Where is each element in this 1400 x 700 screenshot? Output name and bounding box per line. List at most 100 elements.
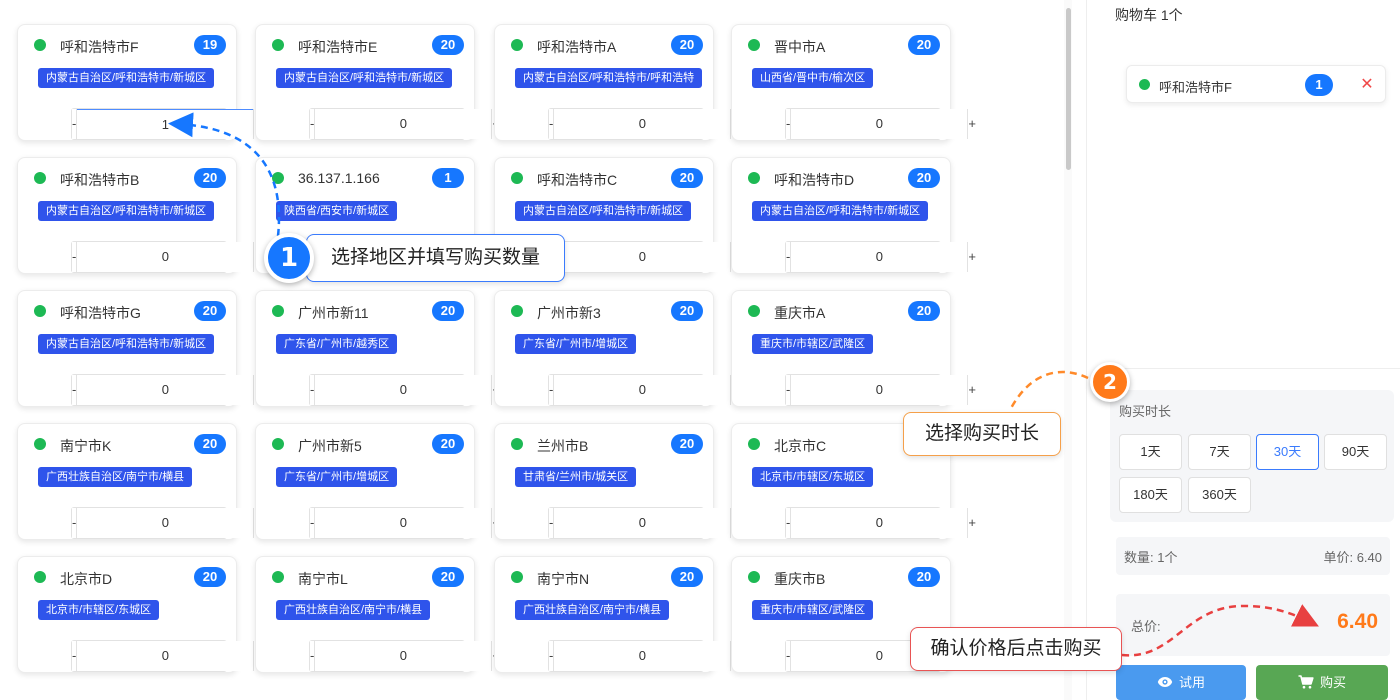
region-tag: 内蒙古自治区/呼和浩特市/呼和浩特 (515, 68, 703, 88)
quantity-summary: 数量: 1个 (1124, 550, 1178, 565)
quantity-input[interactable] (554, 375, 731, 405)
quantity-input[interactable] (315, 641, 492, 671)
quantity-stepper: -+ (71, 374, 262, 406)
stock-count-badge: 20 (908, 35, 940, 55)
quantity-input[interactable] (315, 508, 492, 538)
quantity-input[interactable] (77, 109, 254, 139)
quantity-stepper: -+ (785, 507, 976, 539)
product-name: 兰州市B (537, 438, 589, 454)
online-status-dot (748, 571, 760, 583)
step-3-callout: 确认价格后点击购买 (910, 627, 1122, 671)
region-tag: 陕西省/西安市/新城区 (276, 201, 398, 221)
region-tag: 广西壮族自治区/南宁市/横县 (515, 600, 670, 620)
product-name: 呼和浩特市B (60, 172, 140, 188)
product-card[interactable]: 重庆市A 20 重庆市/市辖区/武隆区 -+ (731, 290, 976, 407)
duration-option-7d[interactable]: 7天 (1188, 434, 1251, 470)
product-card[interactable]: 南宁市L 20广西壮族自治区/南宁市/横县 -+ (255, 556, 500, 673)
duration-option-1d[interactable]: 1天 (1119, 434, 1182, 470)
trial-button[interactable]: 试用 (1116, 665, 1246, 700)
region-tag: 重庆市/市辖区/武隆区 (752, 334, 874, 354)
duration-option-30d[interactable]: 30天 (1256, 434, 1319, 470)
product-card[interactable]: 呼和浩特市B 20 内蒙古自治区/呼和浩特市/新城区 -+ (17, 157, 262, 274)
product-card[interactable]: 南宁市K 20广西壮族自治区/南宁市/横县 -+ (17, 423, 262, 540)
quantity-stepper: -+ (309, 374, 500, 406)
quantity-input[interactable] (554, 242, 731, 272)
quantity-input[interactable] (315, 375, 492, 405)
online-status-dot (511, 39, 523, 51)
quantity-input[interactable] (554, 641, 731, 671)
product-card[interactable]: 广州市新11 20 广东省/广州市/越秀区 -+ (255, 290, 500, 407)
product-card[interactable]: 呼和浩特市D 20 内蒙古自治区/呼和浩特市/新城区 -+ (731, 157, 976, 274)
duration-option-360d[interactable]: 360天 (1188, 477, 1251, 513)
quantity-input[interactable] (791, 375, 968, 405)
quantity-input[interactable] (77, 242, 254, 272)
stock-count-badge: 20 (908, 301, 940, 321)
online-status-dot (34, 571, 46, 583)
product-name: 呼和浩特市A (537, 39, 617, 55)
stock-count-badge: 19 (194, 35, 226, 55)
quantity-input[interactable] (791, 242, 968, 272)
stock-count-badge: 1 (432, 168, 464, 188)
region-tag: 广西壮族自治区/南宁市/横县 (276, 600, 431, 620)
quantity-stepper: -+ (71, 108, 262, 140)
quantity-stepper: -+ (548, 241, 739, 273)
duration-option-180d[interactable]: 180天 (1119, 477, 1182, 513)
stock-count-badge: 20 (194, 434, 226, 454)
stock-count-badge: 20 (671, 567, 703, 587)
online-status-dot (511, 571, 523, 583)
product-card[interactable]: 北京市D 20 北京市/市辖区/东城区 -+ (17, 556, 262, 673)
product-card[interactable]: 兰州市B 20 甘肃省/兰州市/城关区 -+ (494, 423, 739, 540)
increment-button[interactable]: + (967, 508, 976, 538)
scrollbar-thumb[interactable] (1066, 8, 1071, 170)
region-tag: 重庆市/市辖区/武隆区 (752, 600, 874, 620)
increment-button[interactable]: + (967, 375, 976, 405)
quantity-stepper: -+ (71, 640, 262, 672)
quantity-input[interactable] (554, 109, 731, 139)
stock-count-badge: 20 (194, 567, 226, 587)
product-name: 呼和浩特市G (60, 305, 141, 321)
increment-button[interactable]: + (967, 109, 976, 139)
region-tag: 甘肃省/兰州市/城关区 (515, 467, 637, 487)
region-tag: 内蒙古自治区/呼和浩特市/新城区 (276, 68, 453, 88)
panel-divider (1099, 368, 1400, 369)
product-name: 呼和浩特市D (774, 172, 855, 188)
quantity-input[interactable] (791, 109, 968, 139)
buy-button[interactable]: 购买 (1256, 665, 1388, 700)
online-status-dot (34, 438, 46, 450)
region-tag: 广东省/广州市/增城区 (276, 467, 398, 487)
product-card[interactable]: 广州市新5 20 广东省/广州市/增城区 -+ (255, 423, 500, 540)
quantity-input[interactable] (77, 375, 254, 405)
product-card[interactable]: 呼和浩特市F 19 内蒙古自治区/呼和浩特市/新城区 -+ (17, 24, 262, 141)
product-name: 呼和浩特市E (298, 39, 378, 55)
region-tag: 广东省/广州市/增城区 (515, 334, 637, 354)
online-status-dot (34, 305, 46, 317)
quantity-input[interactable] (77, 508, 254, 538)
quantity-stepper: -+ (785, 241, 976, 273)
product-name: 北京市C (774, 438, 827, 454)
stock-count-badge: 20 (671, 301, 703, 321)
quantity-input[interactable] (554, 508, 731, 538)
total-price: 6.40 (1337, 610, 1378, 633)
duration-option-90d[interactable]: 90天 (1324, 434, 1387, 470)
quantity-input[interactable] (315, 109, 492, 139)
product-card[interactable]: 晋中市A 20 山西省/晋中市/榆次区 -+ (731, 24, 976, 141)
online-status-dot (511, 172, 523, 184)
eye-icon (1157, 677, 1173, 688)
region-tag: 内蒙古自治区/呼和浩特市/新城区 (38, 334, 215, 354)
product-card[interactable]: 广州市新3 20 广东省/广州市/增城区 -+ (494, 290, 739, 407)
product-name: 呼和浩特市F (60, 39, 139, 55)
quantity-input[interactable] (791, 508, 968, 538)
product-card[interactable]: 呼和浩特市A 20 内蒙古自治区/呼和浩特市/呼和浩特 -+ (494, 24, 739, 141)
online-status-dot (272, 305, 284, 317)
cart-item-name: 呼和浩特市F (1159, 80, 1232, 95)
quantity-input[interactable] (77, 641, 254, 671)
close-icon[interactable]: ✕ (1359, 74, 1375, 96)
quantity-stepper: -+ (548, 640, 739, 672)
product-card[interactable]: 南宁市N 20广西壮族自治区/南宁市/横县 -+ (494, 556, 739, 673)
product-card[interactable]: 呼和浩特市G 20 内蒙古自治区/呼和浩特市/新城区 -+ (17, 290, 262, 407)
product-card[interactable]: 呼和浩特市E 20 内蒙古自治区/呼和浩特市/新城区 -+ (255, 24, 500, 141)
increment-button[interactable]: + (967, 242, 976, 272)
region-tag: 内蒙古自治区/呼和浩特市/新城区 (38, 68, 215, 88)
online-status-dot (34, 172, 46, 184)
product-name: 36.137.1.166 (298, 170, 380, 186)
